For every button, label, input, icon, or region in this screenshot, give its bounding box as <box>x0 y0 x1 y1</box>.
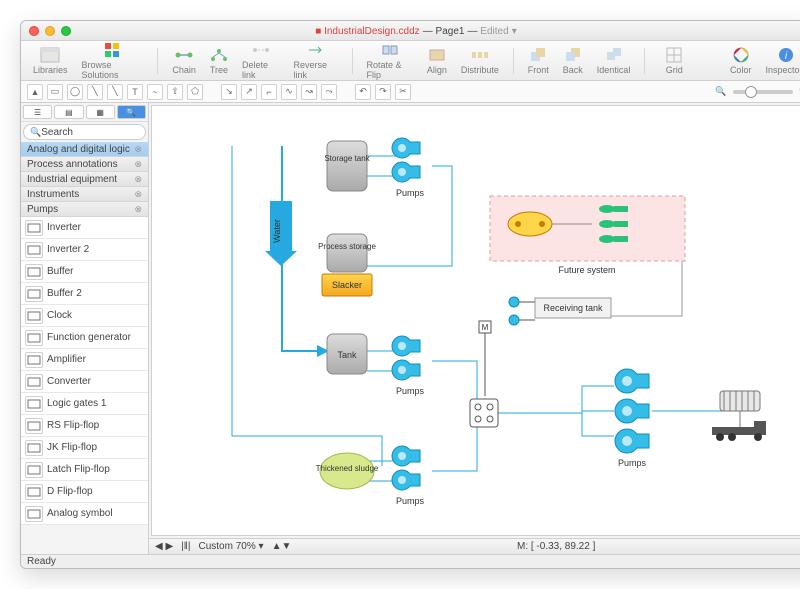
connector-tool-4[interactable]: ∿ <box>281 84 297 100</box>
stencil-item[interactable]: Buffer <box>21 261 148 283</box>
category-item[interactable]: Industrial equipment⊗ <box>21 172 148 187</box>
ellipse-tool[interactable]: ◯ <box>67 84 83 100</box>
stencil-item[interactable]: D Flip-flop <box>21 481 148 503</box>
chain-button[interactable]: Chain <box>168 46 200 75</box>
canvas-bottom-bar: ◀ ▶ |‖| Custom 70% ▾ ▲▼ M: [ -0.33, 89.2… <box>149 538 800 554</box>
delete-link-button[interactable]: Delete link <box>238 41 283 80</box>
stencil-item[interactable]: Latch Flip-flop <box>21 459 148 481</box>
coord-readout: M: [ -0.33, 89.22 ] <box>299 541 800 552</box>
connector-tool-3[interactable]: ⌐ <box>261 84 277 100</box>
redo-tool[interactable]: ↷ <box>375 84 391 100</box>
rect-tool[interactable]: ▭ <box>47 84 63 100</box>
stencil-item[interactable]: Function generator <box>21 327 148 349</box>
zoom-dropdown[interactable]: Custom 70% ▾ <box>199 541 264 552</box>
svg-text:Thickened sludge: Thickened sludge <box>316 464 379 473</box>
connector-tool-5[interactable]: ↝ <box>301 84 317 100</box>
category-item[interactable]: Instruments⊗ <box>21 187 148 202</box>
tool-strip: ▲ ▭ ◯ ╲ ╲ T ~ ⇧ ⬠ ↘ ↗ ⌐ ∿ ↝ ⤳ ↶ ↷ ✂ 🔍 🔍 <box>21 81 800 103</box>
svg-text:Pumps: Pumps <box>618 458 647 468</box>
stencil-item[interactable]: JK Flip-flop <box>21 437 148 459</box>
page-nav-icon[interactable]: ◀ ▶ <box>155 541 173 552</box>
undo-tool[interactable]: ↶ <box>355 84 371 100</box>
svg-text:Slacker: Slacker <box>332 280 362 290</box>
stencil-item[interactable]: Logic gates 1 <box>21 393 148 415</box>
stencil-item[interactable]: Clock <box>21 305 148 327</box>
category-item[interactable]: Process annotations⊗ <box>21 157 148 172</box>
reverse-link-button[interactable]: Reverse link <box>289 41 341 80</box>
rotate-flip-button[interactable]: Rotate & Flip <box>363 41 417 80</box>
stencil-item[interactable]: RS Flip-flop <box>21 415 148 437</box>
titlebar: ■ IndustrialDesign.cddz — Page1 — Edited… <box>21 21 800 41</box>
library-sidebar: ☰ ▤ ▦ 🔍 🔍 Search Analog and digital logi… <box>21 103 149 554</box>
curve-tool[interactable]: ~ <box>147 84 163 100</box>
status-bar: Ready <box>21 554 800 568</box>
color-button[interactable]: Color <box>726 46 756 75</box>
stencil-item[interactable]: Inverter 2 <box>21 239 148 261</box>
category-item[interactable]: Analog and digital logic⊗ <box>21 142 148 157</box>
stencil-item[interactable]: Inverter <box>21 217 148 239</box>
zoom-stepper[interactable]: ▲▼ <box>272 541 292 552</box>
stencil-item[interactable]: Amplifier <box>21 349 148 371</box>
distribute-button[interactable]: Distribute <box>457 46 503 75</box>
zoom-out-icon[interactable]: 🔍 <box>713 84 729 100</box>
grid-button[interactable]: Grid <box>661 46 687 75</box>
browse-solutions-button[interactable]: Browse Solutions <box>78 41 148 80</box>
svg-text:Pumps: Pumps <box>396 386 425 396</box>
window-title: ■ IndustrialDesign.cddz — Page1 — Edited… <box>71 25 761 37</box>
svg-text:Water: Water <box>272 219 282 243</box>
back-button[interactable]: Back <box>559 46 587 75</box>
line-tool[interactable]: ╲ <box>87 84 103 100</box>
svg-text:Receiving tank: Receiving tank <box>543 303 603 313</box>
align-button[interactable]: Align <box>423 46 451 75</box>
sb-view-3[interactable]: ▦ <box>86 105 115 119</box>
stencil-item[interactable]: Converter <box>21 371 148 393</box>
svg-text:Pumps: Pumps <box>396 188 425 198</box>
svg-text:Storage tank: Storage tank <box>324 154 370 163</box>
line-tool-2[interactable]: ╲ <box>107 84 123 100</box>
drawing-canvas[interactable]: Storage tank Pumps Water Process storage… <box>151 105 800 536</box>
svg-text:Future system: Future system <box>558 265 615 275</box>
diagram-svg: Storage tank Pumps Water Process storage… <box>152 106 772 536</box>
text-tool[interactable]: T <box>127 84 143 100</box>
libraries-button[interactable]: Libraries <box>29 46 72 75</box>
main-toolbar: Libraries Browse Solutions Chain Tree De… <box>21 41 800 81</box>
svg-text:Process storage: Process storage <box>318 242 376 251</box>
close-icon[interactable] <box>29 26 39 36</box>
inspectors-button[interactable]: i Inspectors <box>761 46 800 75</box>
minimize-icon[interactable] <box>45 26 55 36</box>
pointer-tool[interactable]: ▲ <box>27 84 43 100</box>
svg-text:Tank: Tank <box>337 350 357 360</box>
stencil-item[interactable]: Buffer 2 <box>21 283 148 305</box>
sb-view-search[interactable]: 🔍 <box>117 105 146 119</box>
category-item[interactable]: Pumps⊗ <box>21 202 148 217</box>
front-button[interactable]: Front <box>524 46 553 75</box>
tree-button[interactable]: Tree <box>206 46 232 75</box>
svg-text:M: M <box>482 323 489 332</box>
stencil-item[interactable]: Analog symbol <box>21 503 148 525</box>
shift-tool[interactable]: ⇧ <box>167 84 183 100</box>
connector-tool-6[interactable]: ⤳ <box>321 84 337 100</box>
poly-tool[interactable]: ⬠ <box>187 84 203 100</box>
zoom-slider[interactable] <box>733 90 793 94</box>
window-controls <box>29 26 71 36</box>
sb-view-1[interactable]: ☰ <box>23 105 52 119</box>
zoom-icon[interactable] <box>61 26 71 36</box>
sb-view-2[interactable]: ▤ <box>54 105 83 119</box>
connector-tool-2[interactable]: ↗ <box>241 84 257 100</box>
identical-button[interactable]: Identical <box>593 46 635 75</box>
clip-tool[interactable]: ✂ <box>395 84 411 100</box>
app-window: ■ IndustrialDesign.cddz — Page1 — Edited… <box>20 20 800 569</box>
svg-text:Pumps: Pumps <box>396 496 425 506</box>
search-input[interactable]: 🔍 Search <box>23 124 146 140</box>
connector-tool-1[interactable]: ↘ <box>221 84 237 100</box>
